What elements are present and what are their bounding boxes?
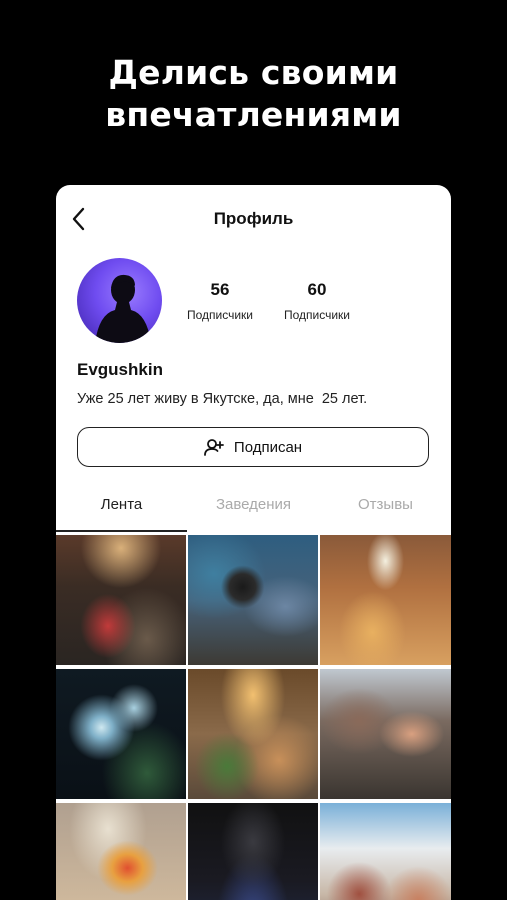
promo-line-1: Делись своими [108, 53, 399, 92]
tab-reviews[interactable]: Отзывы [320, 496, 451, 532]
subscribed-button-label: Подписан [233, 438, 303, 456]
page-title: Профиль [213, 209, 294, 228]
photo-grid [56, 535, 451, 900]
photo-thumbnail[interactable] [188, 669, 318, 799]
tab-places[interactable]: Заведения [188, 496, 319, 532]
photo-thumbnail[interactable] [188, 803, 318, 900]
photo-thumbnail[interactable] [56, 535, 186, 665]
person-silhouette-icon [95, 274, 151, 343]
stat-value: 60 [307, 280, 327, 299]
stat-following[interactable]: 60 Подписчики [272, 280, 362, 322]
photo-thumbnail[interactable] [188, 535, 318, 665]
photo-thumbnail[interactable] [320, 669, 451, 799]
promo-headline: Делись своими впечатлениями [0, 52, 507, 136]
tab-feed[interactable]: Лента [56, 496, 187, 532]
stat-label: Подписчики [283, 308, 350, 322]
stat-label: Подписчики [186, 308, 253, 322]
stat-followers[interactable]: 56 Подписчики [175, 280, 265, 322]
promo-line-2: впечатлениями [105, 95, 402, 134]
photo-thumbnail[interactable] [320, 535, 451, 665]
username: Evgushkin [77, 360, 163, 379]
avatar[interactable] [77, 258, 162, 343]
profile-screen: Профиль 56 Подписчики 60 Подписчики Evgu… [56, 185, 451, 900]
top-bar: Профиль [56, 185, 451, 253]
profile-tabs: Лента Заведения Отзывы [56, 496, 451, 532]
photo-thumbnail[interactable] [56, 803, 186, 900]
stat-value: 56 [210, 280, 230, 299]
user-plus-icon [204, 439, 224, 456]
bio: Уже 25 лет живу в Якутске, да, мне 25 ле… [77, 391, 368, 407]
subscribed-button[interactable]: Подписан [77, 427, 429, 467]
photo-thumbnail[interactable] [320, 803, 451, 900]
photo-thumbnail[interactable] [56, 669, 186, 799]
